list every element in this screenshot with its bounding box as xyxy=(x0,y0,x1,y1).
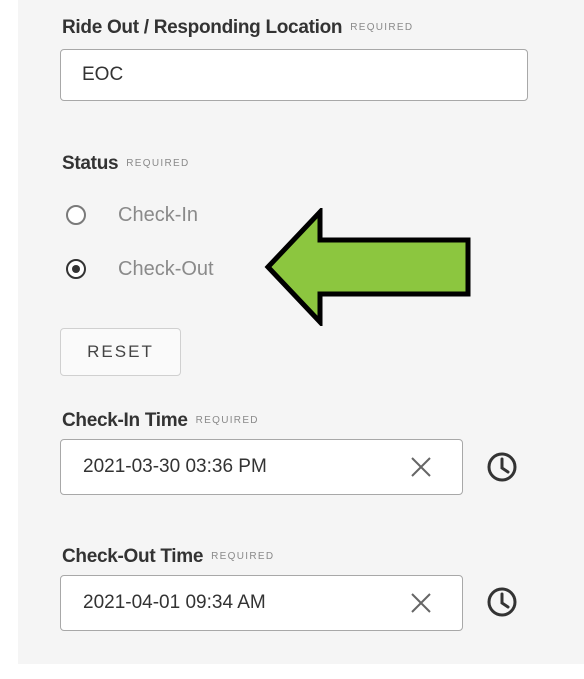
close-icon[interactable] xyxy=(409,591,433,615)
check-in-required-badge: REQUIRED xyxy=(195,415,259,426)
location-input[interactable]: EOC xyxy=(60,49,528,101)
clock-icon[interactable] xyxy=(485,585,519,619)
status-label-text: Status xyxy=(62,153,119,174)
reset-button[interactable]: RESET xyxy=(60,328,181,376)
clock-icon[interactable] xyxy=(485,450,519,484)
check-in-label: Check-In Time REQUIRED xyxy=(62,410,259,432)
check-in-value: 2021-03-30 03:36 PM xyxy=(83,456,267,477)
check-out-required-badge: REQUIRED xyxy=(211,551,275,562)
radio-check-in-label: Check-In xyxy=(118,203,199,226)
check-out-label-text: Check-Out Time xyxy=(62,546,204,567)
location-required-badge: REQUIRED xyxy=(350,22,414,33)
check-out-label: Check-Out Time REQUIRED xyxy=(62,546,274,568)
check-out-value: 2021-04-01 09:34 AM xyxy=(83,592,266,613)
location-label: Ride Out / Responding Location REQUIRED xyxy=(62,17,413,39)
location-label-text: Ride Out / Responding Location xyxy=(62,17,343,38)
check-in-label-text: Check-In Time xyxy=(62,410,188,431)
close-icon[interactable] xyxy=(409,455,433,479)
radio-check-out[interactable]: Check-Out xyxy=(66,255,214,283)
location-input-value: EOC xyxy=(82,64,124,85)
radio-check-out-label: Check-Out xyxy=(118,257,214,280)
radio-check-in[interactable]: Check-In xyxy=(66,201,198,229)
radio-check-in-circle[interactable] xyxy=(66,205,86,225)
check-in-input[interactable]: 2021-03-30 03:36 PM xyxy=(60,439,463,495)
radio-check-out-circle[interactable] xyxy=(66,259,86,279)
status-label: Status REQUIRED xyxy=(62,153,189,175)
arrow-annotation xyxy=(264,208,471,326)
status-required-badge: REQUIRED xyxy=(126,158,190,169)
check-out-input[interactable]: 2021-04-01 09:34 AM xyxy=(60,575,463,631)
